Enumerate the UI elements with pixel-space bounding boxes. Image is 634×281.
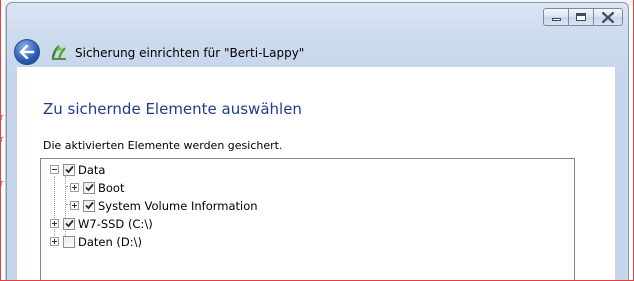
dialog-title: Sicherung einrichten für "Berti-Lappy" [75, 46, 305, 60]
collapse-toggle[interactable] [50, 165, 59, 174]
content-area: Zu sichernde Elemente auswählen Die akti… [16, 67, 616, 281]
checkbox[interactable] [63, 163, 75, 176]
checkmark-icon [84, 183, 94, 192]
expand-toggle[interactable] [70, 201, 79, 210]
minimize-button[interactable] [543, 8, 569, 26]
folder-tree[interactable]: Data Boot System Volume Information W7-S… [40, 158, 575, 281]
tree-item-boot[interactable]: Boot [70, 179, 124, 196]
backup-dialog: Sicherung einrichten für "Berti-Lappy" Z… [6, 2, 629, 281]
checkmark-icon [64, 219, 74, 228]
close-button[interactable] [593, 8, 623, 26]
tree-item-w7-ssd[interactable]: W7-SSD (C:\) [50, 215, 153, 232]
caption-buttons [543, 8, 623, 27]
back-arrow-icon [19, 45, 35, 59]
tree-item-daten[interactable]: Daten (D:\) [50, 233, 142, 250]
tree-item-label: System Volume Information [98, 198, 258, 213]
expand-toggle[interactable] [70, 183, 79, 192]
checkbox[interactable] [63, 217, 75, 230]
checkbox[interactable] [63, 235, 75, 248]
close-icon [602, 11, 614, 23]
expand-toggle[interactable] [50, 219, 59, 228]
tree-item-system-volume-information[interactable]: System Volume Information [70, 197, 258, 214]
tree-item-label: Daten (D:\) [78, 234, 143, 249]
checkmark-icon [84, 201, 94, 210]
tree-item-data[interactable]: Data [50, 161, 105, 178]
checkmark-icon [64, 165, 74, 174]
page-heading: Zu sichernde Elemente auswählen [43, 100, 302, 118]
page-description: Die aktivierten Elemente werden gesicher… [43, 139, 283, 152]
tree-item-label: Data [78, 162, 106, 177]
backup-restore-icon [51, 45, 66, 60]
tree-item-label: W7-SSD (C:\) [78, 216, 153, 231]
maximize-button[interactable] [568, 8, 594, 26]
expand-toggle[interactable] [50, 237, 59, 246]
checkbox[interactable] [83, 181, 95, 194]
tree-item-label: Boot [98, 180, 125, 195]
back-button[interactable] [14, 39, 40, 65]
dialog-header: Sicherung einrichten für "Berti-Lappy" [7, 31, 628, 71]
maximize-icon [576, 13, 586, 21]
minimize-icon [551, 18, 561, 21]
checkbox[interactable] [83, 199, 95, 212]
